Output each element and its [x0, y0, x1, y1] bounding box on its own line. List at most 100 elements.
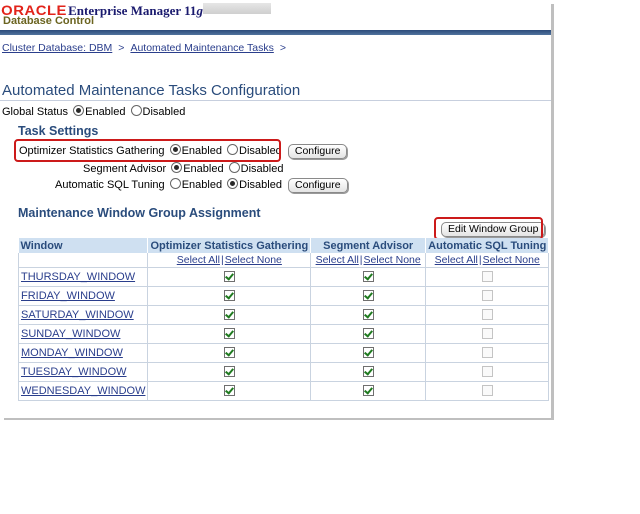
checkbox-cell [310, 381, 427, 401]
task-label: Segment Advisor [83, 163, 167, 175]
radio-label: Enabled [85, 106, 126, 118]
window-link[interactable]: FRIDAY_WINDOW [21, 290, 115, 302]
task-settings-heading: Task Settings [18, 124, 99, 138]
sql-tuning-enabled-radio[interactable] [169, 178, 181, 189]
window-assignment-table: Window Optimizer Statistics Gathering Se… [17, 238, 550, 401]
segment-checkbox[interactable] [362, 365, 374, 377]
checkbox-cell [310, 286, 427, 306]
window-cell: SATURDAY_WINDOW [17, 305, 149, 325]
table-row: WEDNESDAY_WINDOW [17, 381, 550, 401]
segment-checkbox[interactable] [362, 346, 374, 358]
column-header-sql-tuning: Automatic SQL Tuning [425, 238, 550, 253]
segment-enabled-radio[interactable] [171, 162, 183, 173]
checkbox-cell [147, 267, 312, 287]
checkbox-cell [147, 343, 312, 363]
optimizer-configure-button[interactable]: Configure [287, 144, 348, 159]
radio-label: Disabled [142, 106, 186, 118]
select-all-sql-tuning-link[interactable]: Select All [435, 254, 478, 266]
global-status-row: Global Status Enabled Disabled [2, 105, 185, 118]
highlight-box [434, 217, 543, 240]
table-row: TUESDAY_WINDOW [17, 362, 550, 382]
checkbox-cell [310, 267, 427, 287]
checkbox-cell [147, 381, 312, 401]
window-link[interactable]: SUNDAY_WINDOW [21, 328, 120, 340]
breadcrumb-separator: > [279, 42, 286, 54]
checkbox-cell [425, 324, 550, 344]
column-header-optimizer: Optimizer Statistics Gathering [147, 238, 312, 253]
sql-tuning-checkbox [481, 289, 493, 301]
optimizer-checkbox[interactable] [223, 308, 235, 320]
task-label: Automatic SQL Tuning [55, 179, 165, 191]
column-header-segment: Segment Advisor [310, 238, 427, 253]
global-status-disabled-radio[interactable] [130, 105, 142, 116]
checkbox-cell [147, 324, 312, 344]
window-cell: TUESDAY_WINDOW [17, 362, 149, 382]
checkbox-cell [425, 362, 550, 382]
breadcrumb: Cluster Database: DBM > Automated Maintena… [2, 42, 292, 54]
global-status-enabled-radio[interactable] [73, 105, 85, 116]
table-row: SATURDAY_WINDOW [17, 305, 550, 325]
highlight-box [14, 139, 281, 162]
segment-checkbox[interactable] [362, 384, 374, 396]
optimizer-checkbox[interactable] [223, 346, 235, 358]
breadcrumb-maintenance-tasks[interactable]: Automated Maintenance Tasks [130, 42, 273, 54]
sql-tuning-checkbox [481, 327, 493, 339]
optimizer-checkbox[interactable] [223, 384, 235, 396]
segment-checkbox[interactable] [362, 308, 374, 320]
segment-disabled-radio[interactable] [228, 162, 240, 173]
sql-tuning-checkbox [481, 365, 493, 377]
link-separator: | [478, 254, 482, 266]
optimizer-checkbox[interactable] [223, 365, 235, 377]
table-row: FRIDAY_WINDOW [17, 286, 550, 306]
select-links-sql-tuning: Select All|Select None [425, 253, 550, 268]
radio-label: Disabled [240, 163, 284, 175]
breadcrumb-cluster-database[interactable]: Cluster Database: DBM [2, 42, 112, 54]
select-all-optimizer-link[interactable]: Select All [177, 254, 220, 266]
product-version: g [196, 3, 203, 18]
column-header-window: Window [18, 238, 149, 253]
optimizer-checkbox[interactable] [223, 289, 235, 301]
window-group-heading: Maintenance Window Group Assignment [18, 206, 261, 220]
segment-checkbox[interactable] [362, 327, 374, 339]
checkbox-cell [147, 362, 312, 382]
checkbox-cell [425, 343, 550, 363]
checkbox-cell [310, 324, 427, 344]
sql-tuning-checkbox [481, 346, 493, 358]
select-none-segment-link[interactable]: Select None [364, 254, 421, 266]
optimizer-checkbox[interactable] [223, 270, 235, 282]
select-links-row: Select All|Select None Select All|Select… [17, 253, 550, 268]
window-cell: FRIDAY_WINDOW [17, 286, 149, 306]
checkbox-cell [425, 267, 550, 287]
window-link[interactable]: MONDAY_WINDOW [21, 347, 123, 359]
optimizer-checkbox[interactable] [223, 327, 235, 339]
table-row: SUNDAY_WINDOW [17, 324, 550, 344]
product-subtitle: Database Control [3, 15, 95, 27]
sql-tuning-disabled-radio[interactable] [227, 178, 239, 189]
checkbox-cell [425, 286, 550, 306]
title-divider [0, 100, 551, 101]
select-none-sql-tuning-link[interactable]: Select None [483, 254, 540, 266]
page-title: Automated Maintenance Tasks Configuratio… [2, 82, 301, 99]
sql-tuning-checkbox [481, 308, 493, 320]
window-cell: WEDNESDAY_WINDOW [17, 381, 149, 401]
link-separator: | [220, 254, 224, 266]
header-rule [0, 30, 551, 35]
window-link[interactable]: THURSDAY_WINDOW [21, 271, 135, 283]
sql-tuning-configure-button[interactable]: Configure [288, 178, 348, 193]
sql-tuning-checkbox [481, 384, 493, 396]
window-link[interactable]: WEDNESDAY_WINDOW [21, 385, 145, 397]
segment-checkbox[interactable] [362, 270, 374, 282]
checkbox-cell [310, 305, 427, 325]
select-links-optimizer: Select All|Select None [147, 253, 312, 268]
checkbox-cell [310, 343, 427, 363]
window-link[interactable]: SATURDAY_WINDOW [21, 309, 134, 321]
window-cell: SUNDAY_WINDOW [17, 324, 149, 344]
window-link[interactable]: TUESDAY_WINDOW [21, 366, 127, 378]
breadcrumb-separator: > [118, 42, 125, 54]
select-all-segment-link[interactable]: Select All [316, 254, 359, 266]
select-none-optimizer-link[interactable]: Select None [225, 254, 282, 266]
select-links-segment: Select All|Select None [310, 253, 427, 268]
sql-tuning-checkbox [481, 270, 493, 282]
segment-checkbox[interactable] [362, 289, 374, 301]
radio-label: Enabled [183, 163, 224, 175]
